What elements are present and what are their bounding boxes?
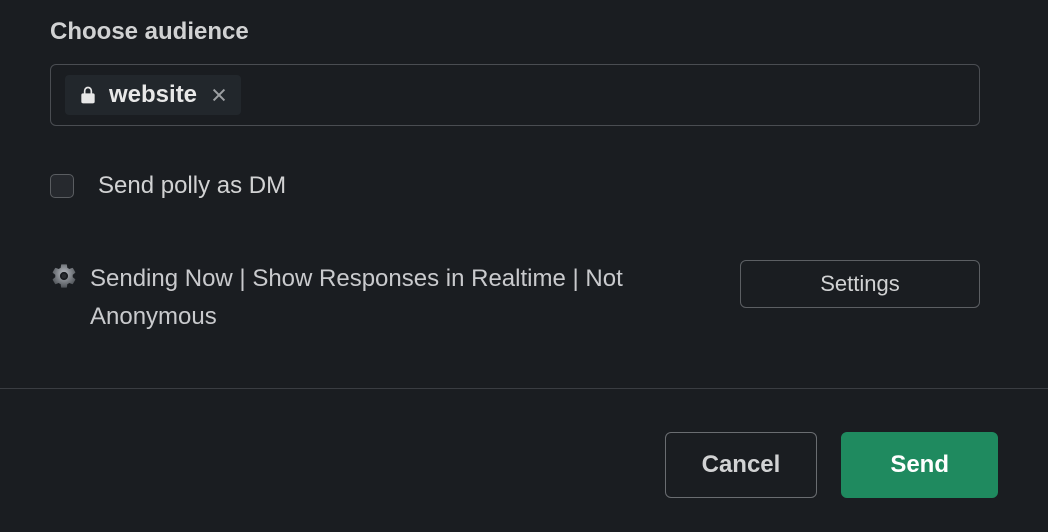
settings-button[interactable]: Settings	[740, 260, 980, 308]
audience-input[interactable]: website	[50, 64, 980, 126]
send-button[interactable]: Send	[841, 432, 998, 498]
status-text: Sending Now | Show Responses in Realtime…	[90, 260, 716, 337]
cancel-button[interactable]: Cancel	[665, 432, 818, 498]
lock-icon	[77, 84, 99, 106]
divider	[0, 388, 1048, 389]
audience-label: Choose audience	[50, 18, 998, 46]
audience-token-label: website	[109, 81, 197, 109]
audience-token[interactable]: website	[65, 75, 241, 115]
send-as-dm-label[interactable]: Send polly as DM	[98, 172, 286, 200]
close-icon[interactable]	[209, 85, 229, 105]
gear-icon	[50, 262, 78, 290]
status-block: Sending Now | Show Responses in Realtime…	[50, 260, 716, 337]
send-as-dm-checkbox[interactable]	[50, 174, 74, 198]
